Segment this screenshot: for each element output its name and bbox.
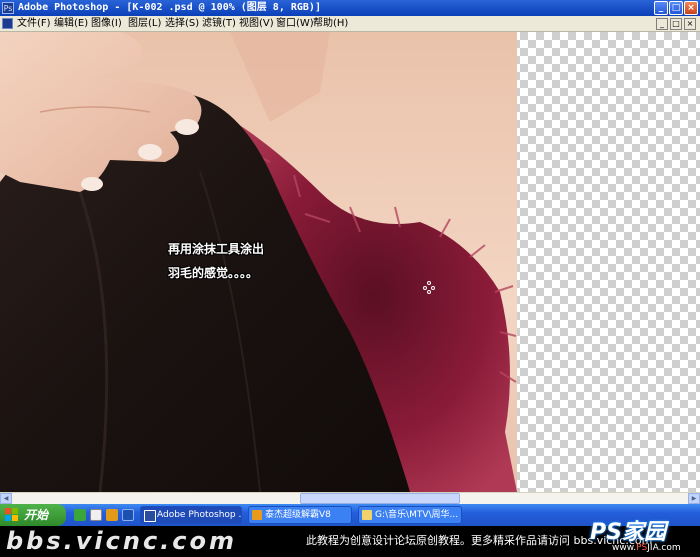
media-quicklaunch-icon[interactable] <box>90 509 102 521</box>
title-bar: Ps Adobe Photoshop - [K-002 .psd @ 100% … <box>0 0 700 16</box>
menu-image[interactable]: 图像(I) <box>91 17 122 31</box>
photoshop-icon <box>144 510 156 522</box>
media-player-icon <box>252 510 262 520</box>
start-button[interactable]: 开始 <box>0 504 66 526</box>
menu-window[interactable]: 窗口(W) <box>276 17 314 31</box>
task-photoshop[interactable]: Adobe Photoshop ... <box>140 506 242 524</box>
close-button[interactable]: × <box>684 1 698 15</box>
menu-help[interactable]: 帮助(H) <box>313 17 348 31</box>
task-folder[interactable]: G:\音乐\MTV\周华... <box>358 506 462 524</box>
menu-file[interactable]: 文件(F) <box>17 17 51 31</box>
crosshair-cursor-icon <box>423 281 435 294</box>
show-desktop-icon[interactable] <box>122 509 134 521</box>
doc-minimize-button[interactable]: _ <box>656 18 668 30</box>
photoshop-icon[interactable]: Ps <box>2 2 14 14</box>
menu-bar: 文件(F) 编辑(E) 图像(I) 图层(L) 选择(S) 滤镜(T) 视图(V… <box>0 16 700 32</box>
ie-quicklaunch-icon[interactable] <box>74 509 86 521</box>
task-label: 泰杰超级解霸V8 <box>265 510 331 520</box>
annotation-line-1: 再用涂抹工具涂出 <box>168 242 265 256</box>
minimize-button[interactable]: _ <box>654 1 668 15</box>
horizontal-scrollbar[interactable]: ◀ ▶ <box>0 492 700 504</box>
canvas-area[interactable]: 再用涂抹工具涂出 羽毛的感觉。。。。 <box>0 32 700 492</box>
doc-restore-button[interactable]: □ <box>670 18 682 30</box>
psjia-url: www.PSJIA.com <box>612 543 681 553</box>
menu-layer[interactable]: 图层(L) <box>128 17 161 31</box>
windows-logo-icon <box>5 508 18 521</box>
scroll-right-arrow-icon[interactable]: ▶ <box>688 493 700 504</box>
psjia-logo: PS家园 <box>590 520 666 545</box>
scroll-thumb[interactable] <box>300 493 460 504</box>
doc-close-button[interactable]: × <box>684 18 696 30</box>
tutorial-annotation: 再用涂抹工具涂出 羽毛的感觉。。。。 <box>168 237 264 285</box>
menu-filter[interactable]: 滤镜(T) <box>202 17 236 31</box>
window-title: Adobe Photoshop - [K-002 .psd @ 100% (图层… <box>18 2 321 13</box>
task-label: Adobe Photoshop ... <box>157 510 242 520</box>
task-label: G:\音乐\MTV\周华... <box>375 510 459 520</box>
menu-edit[interactable]: 编辑(E) <box>54 17 88 31</box>
app-quicklaunch-icon[interactable] <box>106 509 118 521</box>
site-watermark: bbs.vicnc.com <box>6 527 238 555</box>
task-media-player[interactable]: 泰杰超级解霸V8 <box>248 506 352 524</box>
watermark-footer: bbs.vicnc.com 此教程为创意设计论坛原创教程。更多精采作品请访问 b… <box>0 520 700 557</box>
folder-icon <box>362 510 372 520</box>
annotation-line-2: 羽毛的感觉。。。。 <box>168 266 259 280</box>
menu-select[interactable]: 选择(S) <box>165 17 199 31</box>
maximize-button[interactable]: □ <box>669 1 683 15</box>
menu-view[interactable]: 视图(V) <box>239 17 274 31</box>
start-label: 开始 <box>24 508 49 522</box>
document-icon[interactable] <box>2 18 13 29</box>
scroll-left-arrow-icon[interactable]: ◀ <box>0 493 12 504</box>
